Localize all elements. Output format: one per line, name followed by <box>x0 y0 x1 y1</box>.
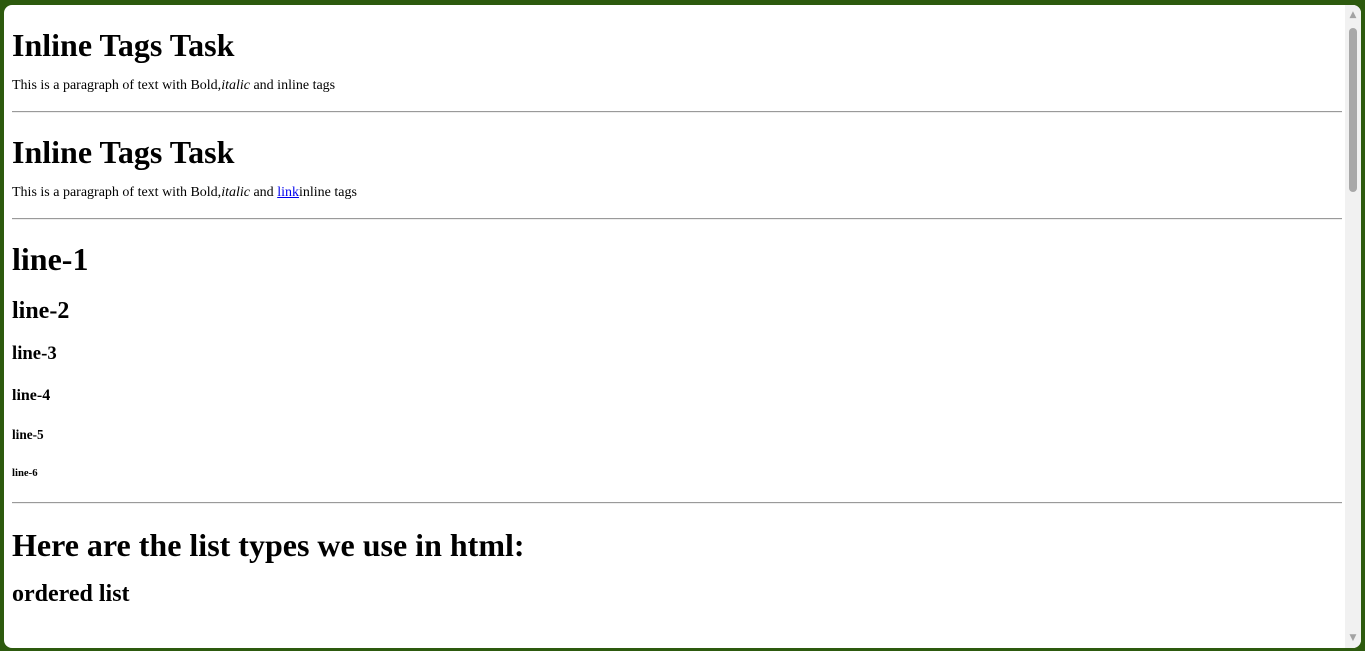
section2-text-after: inline tags <box>298 185 357 200</box>
section1-heading: Inline Tags Task <box>12 27 235 63</box>
heading-line-6: line-6 <box>12 467 38 479</box>
section1-text-after: and inline tags <box>249 78 336 93</box>
vertical-scrollbar[interactable]: ▲ ▼ <box>1345 5 1361 648</box>
browser-page: Inline Tags Task This is a paragraph of … <box>4 5 1361 648</box>
section2-link[interactable]: link <box>277 185 299 200</box>
lists-title: Here are the list types we use in html: <box>12 527 525 563</box>
ordered-list-title: ordered list <box>12 581 130 607</box>
heading-line-3: line-3 <box>12 343 57 364</box>
section1-italic: italic <box>221 78 250 93</box>
section1-text-before: This is a paragraph of text with Bold, <box>12 78 222 93</box>
heading-line-1: line-1 <box>12 241 89 277</box>
divider-2 <box>12 218 1342 220</box>
section2-heading: Inline Tags Task <box>12 134 235 170</box>
heading-line-5: line-5 <box>12 427 44 442</box>
divider-3 <box>12 502 1342 504</box>
heading-line-2: line-2 <box>12 298 70 324</box>
scroll-up-arrow-icon[interactable]: ▲ <box>1345 7 1361 23</box>
section2-text-middle: and <box>249 185 278 200</box>
section2-paragraph: This is a paragraph of text with Bold,it… <box>12 185 1342 201</box>
section1-paragraph: This is a paragraph of text with Bold,it… <box>12 78 1342 94</box>
page-viewport: Inline Tags Task This is a paragraph of … <box>4 5 1345 648</box>
page-content: Inline Tags Task This is a paragraph of … <box>4 27 1345 608</box>
section2-italic: italic <box>221 185 250 200</box>
heading-line-4: line-4 <box>12 387 51 404</box>
scroll-down-arrow-icon[interactable]: ▼ <box>1345 630 1361 646</box>
scrollbar-thumb[interactable] <box>1349 28 1357 192</box>
section2-text-before: This is a paragraph of text with Bold, <box>12 185 222 200</box>
divider-1 <box>12 111 1342 113</box>
